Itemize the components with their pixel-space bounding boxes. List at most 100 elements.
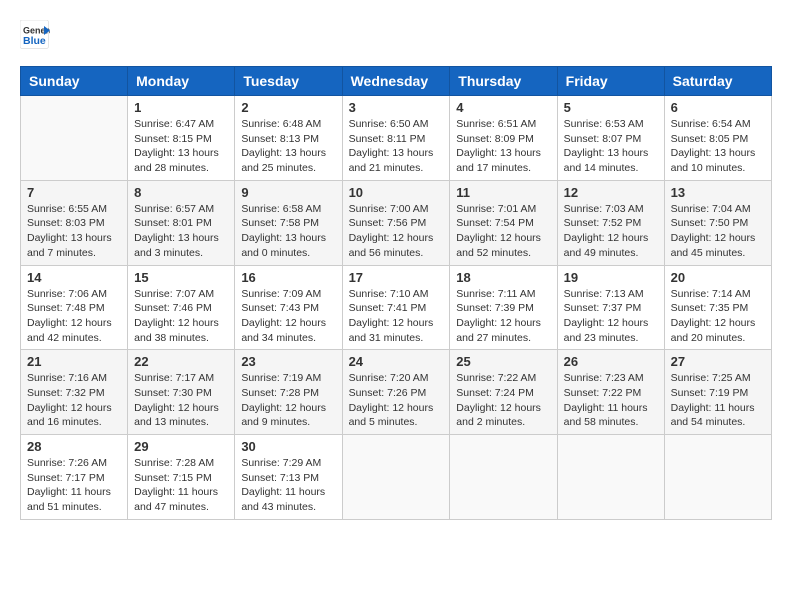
calendar-cell: 13 Sunrise: 7:04 AM Sunset: 7:50 PM Dayli… (664, 180, 771, 265)
calendar-cell: 3Sunrise: 6:50 AM Sunset: 8:11 PM Daylig… (342, 96, 450, 181)
calendar-cell: 23 Sunrise: 7:19 AM Sunset: 7:28 PM Dayli… (235, 350, 342, 435)
calendar-cell (450, 435, 557, 520)
calendar-week-row: 21 Sunrise: 7:16 AM Sunset: 7:32 PM Dayli… (21, 350, 772, 435)
day-info: Sunrise: 7:25 AM Sunset: 7:19 PM Dayligh… (671, 371, 765, 430)
day-info: Sunrise: 7:26 AM Sunset: 7:17 PM Dayligh… (27, 456, 121, 515)
calendar-cell: 14 Sunrise: 7:06 AM Sunset: 7:48 PM Dayli… (21, 265, 128, 350)
day-number: 1 (134, 100, 228, 115)
calendar-cell: 5Sunrise: 6:53 AM Sunset: 8:07 PM Daylig… (557, 96, 664, 181)
day-info: Sunrise: 7:20 AM Sunset: 7:26 PM Dayligh… (349, 371, 444, 430)
calendar-week-row: 28 Sunrise: 7:26 AM Sunset: 7:17 PM Dayli… (21, 435, 772, 520)
day-info: Sunrise: 7:01 AM Sunset: 7:54 PM Dayligh… (456, 202, 550, 261)
calendar-cell: 18Sunrise: 7:11 AM Sunset: 7:39 PM Dayli… (450, 265, 557, 350)
day-number: 7 (27, 185, 121, 200)
calendar-cell: 25 Sunrise: 7:22 AM Sunset: 7:24 PM Dayli… (450, 350, 557, 435)
calendar-cell: 17 Sunrise: 7:10 AM Sunset: 7:41 PM Dayli… (342, 265, 450, 350)
day-number: 11 (456, 185, 550, 200)
day-info: Sunrise: 6:50 AM Sunset: 8:11 PM Dayligh… (349, 117, 444, 176)
calendar-cell (557, 435, 664, 520)
calendar-cell: 10 Sunrise: 7:00 AM Sunset: 7:56 PM Dayli… (342, 180, 450, 265)
calendar-cell: 11 Sunrise: 7:01 AM Sunset: 7:54 PM Dayli… (450, 180, 557, 265)
calendar-cell: 16 Sunrise: 7:09 AM Sunset: 7:43 PM Dayli… (235, 265, 342, 350)
day-number: 20 (671, 270, 765, 285)
day-number: 4 (456, 100, 550, 115)
day-number: 9 (241, 185, 335, 200)
calendar-header-row: SundayMondayTuesdayWednesdayThursdayFrid… (21, 67, 772, 96)
day-info: Sunrise: 6:58 AM Sunset: 7:58 PM Dayligh… (241, 202, 335, 261)
calendar-cell: 27 Sunrise: 7:25 AM Sunset: 7:19 PM Dayli… (664, 350, 771, 435)
day-number: 25 (456, 354, 550, 369)
day-info: Sunrise: 7:16 AM Sunset: 7:32 PM Dayligh… (27, 371, 121, 430)
calendar-cell (664, 435, 771, 520)
day-number: 12 (564, 185, 658, 200)
day-info: Sunrise: 7:04 AM Sunset: 7:50 PM Dayligh… (671, 202, 765, 261)
day-info: Sunrise: 6:55 AM Sunset: 8:03 PM Dayligh… (27, 202, 121, 261)
day-number: 13 (671, 185, 765, 200)
calendar-table: SundayMondayTuesdayWednesdayThursdayFrid… (20, 66, 772, 520)
page-header: General Blue (20, 20, 772, 50)
weekday-header: Wednesday (342, 67, 450, 96)
calendar-cell: 8Sunrise: 6:57 AM Sunset: 8:01 PM Daylig… (128, 180, 235, 265)
day-info: Sunrise: 6:54 AM Sunset: 8:05 PM Dayligh… (671, 117, 765, 176)
day-number: 23 (241, 354, 335, 369)
weekday-header: Saturday (664, 67, 771, 96)
calendar-cell: 1 Sunrise: 6:47 AM Sunset: 8:15 PM Daylig… (128, 96, 235, 181)
day-info: Sunrise: 7:06 AM Sunset: 7:48 PM Dayligh… (27, 287, 121, 346)
day-number: 18 (456, 270, 550, 285)
day-info: Sunrise: 7:00 AM Sunset: 7:56 PM Dayligh… (349, 202, 444, 261)
day-number: 21 (27, 354, 121, 369)
calendar-cell (342, 435, 450, 520)
calendar-cell: 28 Sunrise: 7:26 AM Sunset: 7:17 PM Dayli… (21, 435, 128, 520)
day-number: 26 (564, 354, 658, 369)
day-number: 2 (241, 100, 335, 115)
logo-icon: General Blue (20, 20, 50, 50)
calendar-cell: 12 Sunrise: 7:03 AM Sunset: 7:52 PM Dayli… (557, 180, 664, 265)
day-number: 24 (349, 354, 444, 369)
calendar-cell: 19 Sunrise: 7:13 AM Sunset: 7:37 PM Dayli… (557, 265, 664, 350)
day-info: Sunrise: 7:03 AM Sunset: 7:52 PM Dayligh… (564, 202, 658, 261)
day-info: Sunrise: 7:10 AM Sunset: 7:41 PM Dayligh… (349, 287, 444, 346)
day-number: 15 (134, 270, 228, 285)
day-info: Sunrise: 6:47 AM Sunset: 8:15 PM Dayligh… (134, 117, 228, 176)
day-info: Sunrise: 7:19 AM Sunset: 7:28 PM Dayligh… (241, 371, 335, 430)
day-info: Sunrise: 6:51 AM Sunset: 8:09 PM Dayligh… (456, 117, 550, 176)
day-number: 8 (134, 185, 228, 200)
weekday-header: Monday (128, 67, 235, 96)
calendar-cell: 21 Sunrise: 7:16 AM Sunset: 7:32 PM Dayli… (21, 350, 128, 435)
day-number: 27 (671, 354, 765, 369)
day-info: Sunrise: 7:14 AM Sunset: 7:35 PM Dayligh… (671, 287, 765, 346)
day-number: 16 (241, 270, 335, 285)
calendar-cell: 2 Sunrise: 6:48 AM Sunset: 8:13 PM Daylig… (235, 96, 342, 181)
calendar-week-row: 1 Sunrise: 6:47 AM Sunset: 8:15 PM Daylig… (21, 96, 772, 181)
svg-text:Blue: Blue (23, 35, 46, 47)
weekday-header: Sunday (21, 67, 128, 96)
day-number: 19 (564, 270, 658, 285)
calendar-cell: 29 Sunrise: 7:28 AM Sunset: 7:15 PM Dayli… (128, 435, 235, 520)
calendar-cell (21, 96, 128, 181)
day-number: 22 (134, 354, 228, 369)
day-number: 10 (349, 185, 444, 200)
day-info: Sunrise: 7:07 AM Sunset: 7:46 PM Dayligh… (134, 287, 228, 346)
day-number: 17 (349, 270, 444, 285)
calendar-week-row: 7 Sunrise: 6:55 AM Sunset: 8:03 PM Daylig… (21, 180, 772, 265)
weekday-header: Tuesday (235, 67, 342, 96)
day-number: 28 (27, 439, 121, 454)
calendar-cell: 26 Sunrise: 7:23 AM Sunset: 7:22 PM Dayli… (557, 350, 664, 435)
day-number: 30 (241, 439, 335, 454)
day-number: 6 (671, 100, 765, 115)
day-info: Sunrise: 7:22 AM Sunset: 7:24 PM Dayligh… (456, 371, 550, 430)
day-number: 14 (27, 270, 121, 285)
day-info: Sunrise: 7:28 AM Sunset: 7:15 PM Dayligh… (134, 456, 228, 515)
day-info: Sunrise: 7:23 AM Sunset: 7:22 PM Dayligh… (564, 371, 658, 430)
calendar-cell: 9 Sunrise: 6:58 AM Sunset: 7:58 PM Daylig… (235, 180, 342, 265)
logo: General Blue (20, 20, 54, 50)
calendar-cell: 15 Sunrise: 7:07 AM Sunset: 7:46 PM Dayli… (128, 265, 235, 350)
day-number: 5 (564, 100, 658, 115)
weekday-header: Friday (557, 67, 664, 96)
day-info: Sunrise: 7:13 AM Sunset: 7:37 PM Dayligh… (564, 287, 658, 346)
day-number: 29 (134, 439, 228, 454)
day-info: Sunrise: 7:29 AM Sunset: 7:13 PM Dayligh… (241, 456, 335, 515)
day-info: Sunrise: 6:48 AM Sunset: 8:13 PM Dayligh… (241, 117, 335, 176)
day-info: Sunrise: 7:09 AM Sunset: 7:43 PM Dayligh… (241, 287, 335, 346)
calendar-cell: 6 Sunrise: 6:54 AM Sunset: 8:05 PM Daylig… (664, 96, 771, 181)
